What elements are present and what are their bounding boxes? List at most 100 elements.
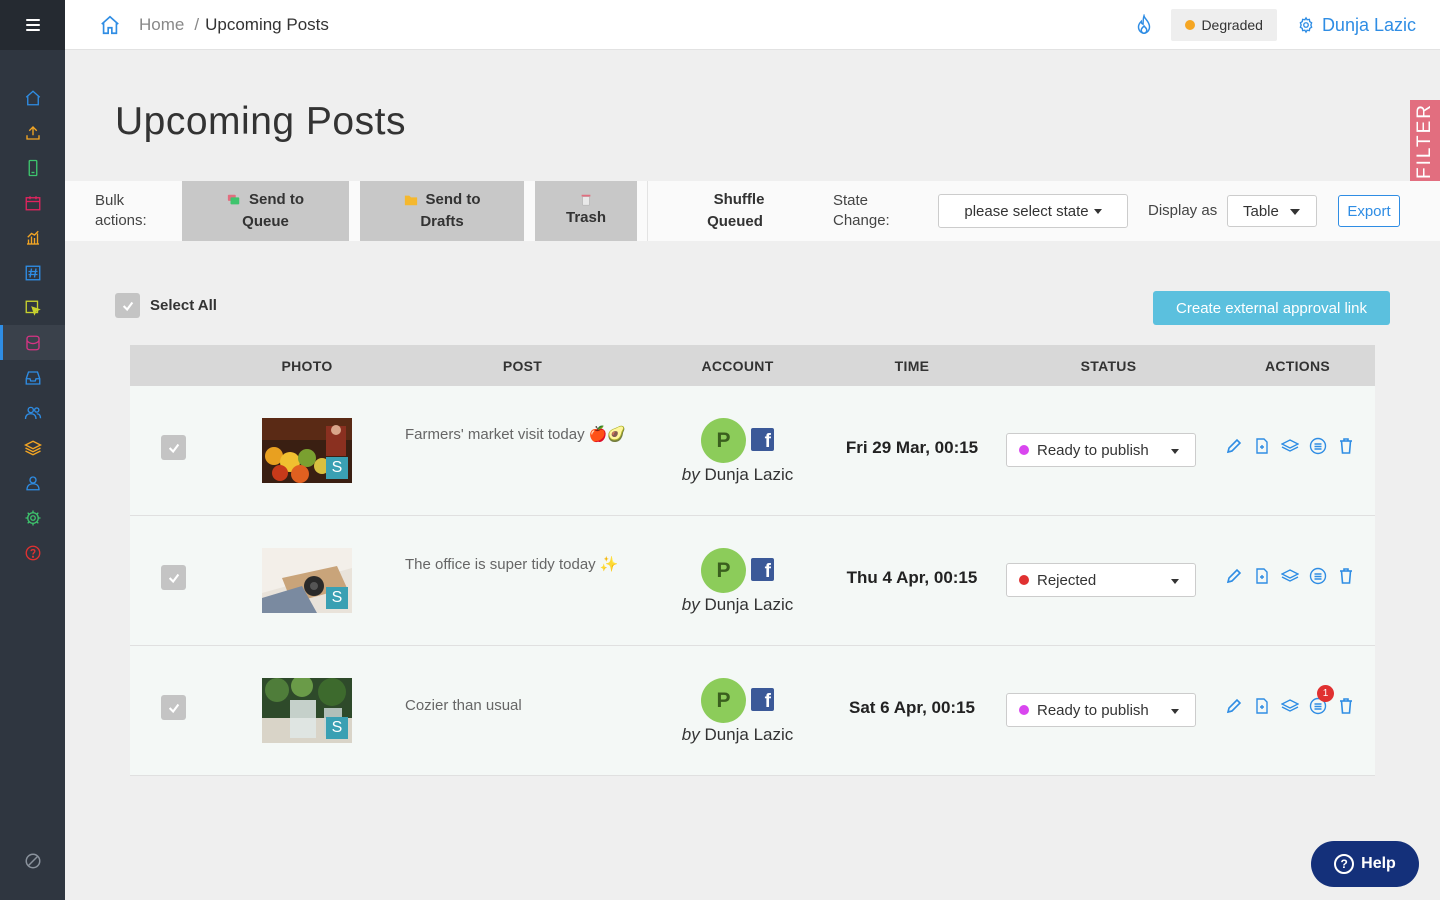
send-to-drafts-button[interactable]: Send to Drafts [360,181,524,241]
by-label: by [681,725,700,744]
layers-button[interactable] [1280,697,1300,715]
post-photo[interactable]: S [262,678,352,743]
post-time: Thu 4 Apr, 00:15 [846,568,978,587]
status-select[interactable]: Ready to publish [1006,433,1196,467]
duplicate-button[interactable] [1253,567,1271,585]
sidebar-item-support[interactable] [0,535,65,570]
status-dot-icon [1019,705,1029,715]
inbox-icon [25,370,40,385]
display-as-select[interactable]: Table [1227,195,1317,227]
photo-source-badge: S [326,587,348,609]
sidebar-item-analytics[interactable] [0,220,65,255]
sidebar-item-settings[interactable] [0,500,65,535]
sidebar-item-disabled[interactable] [0,852,65,870]
select-all[interactable]: Select All [115,293,217,318]
caret-down-icon [1171,709,1179,714]
edit-button[interactable] [1225,437,1243,455]
trash-can-icon [581,194,591,206]
row-checkbox[interactable] [161,435,186,460]
fire-icon[interactable] [1133,14,1155,36]
sidebar-item-library[interactable] [0,430,65,465]
bulk-divider [647,181,648,241]
status-dot-icon [1019,445,1029,455]
account-avatar: P [701,678,746,723]
create-approval-link-button[interactable]: Create external approval link [1153,291,1390,325]
author-line: by Dunja Lazic [670,465,805,485]
state-change-placeholder: please select state [964,202,1089,220]
delete-button[interactable] [1337,437,1355,455]
sidebar-item-team[interactable] [0,395,65,430]
post-text[interactable]: The office is super tidy today ✨ [405,554,640,576]
help-button[interactable]: ? Help [1311,841,1419,887]
sidebar-item-upload[interactable] [0,115,65,150]
post-time: Fri 29 Mar, 00:15 [845,438,979,457]
menu-toggle-button[interactable] [0,0,65,50]
delete-button[interactable] [1337,697,1355,715]
layers-icon [1280,439,1300,452]
photo-source-badge: S [326,457,348,479]
filter-tab[interactable]: FILTER [1410,100,1440,182]
send-to-drafts-label-2: Drafts [420,213,464,230]
delete-button[interactable] [1337,567,1355,585]
account-cell: P f by Dunja Lazic [670,678,805,745]
status-badge[interactable]: Degraded [1171,9,1277,41]
status-value: Rejected [1037,571,1097,589]
status-dot-icon [1185,20,1196,30]
trash-button[interactable]: Trash [535,181,637,241]
comments-button[interactable] [1309,567,1327,585]
state-change-select[interactable]: please select state [938,194,1128,228]
status-text: Degraded [1201,17,1263,33]
question-icon: ? [1334,854,1355,874]
sidebar-item-campaigns[interactable] [0,290,65,325]
breadcrumb-home-icon[interactable] [99,14,121,36]
comments-button[interactable] [1309,437,1327,455]
sidebar-item-inbox[interactable] [0,360,65,395]
breadcrumb-home-link[interactable]: Home [139,15,184,35]
sidebar-item-calendar[interactable] [0,185,65,220]
comment-list-icon [1309,567,1327,585]
comments-button[interactable]: 1 [1309,685,1334,715]
row-checkbox[interactable] [161,565,186,590]
post-text[interactable]: Cozier than usual [405,695,640,717]
shuffle-queued-button[interactable]: Shuffle Queued [675,181,795,241]
select-all-checkbox[interactable] [115,293,140,318]
duplicate-button[interactable] [1253,437,1271,455]
sidebar-item-profile[interactable] [0,465,65,500]
row-checkbox[interactable] [161,695,186,720]
table-row: S Cozier than usual P f by Dunja Lazic S… [130,646,1375,776]
post-photo[interactable]: S [262,548,352,613]
sidebar-item-posts[interactable] [0,325,65,360]
gear-icon [1299,16,1313,34]
display-as-value: Table [1243,202,1279,220]
export-button[interactable]: Export [1338,195,1400,227]
sidebar-item-home[interactable] [0,80,65,115]
column-header-post: POST [502,357,543,374]
comment-list-icon [1309,437,1327,455]
layers-button[interactable] [1280,567,1300,585]
layers-button[interactable] [1280,437,1300,455]
by-label: by [681,465,700,484]
edit-button[interactable] [1225,697,1243,715]
duplicate-button[interactable] [1253,697,1271,715]
select-all-label: Select All [150,297,217,314]
author-line: by Dunja Lazic [670,725,805,745]
sidebar-item-mobile[interactable] [0,150,65,185]
row-actions [1225,437,1355,455]
user-menu[interactable]: Dunja Lazic [1297,15,1416,36]
send-to-queue-label-1: Send to [249,191,304,208]
edit-button[interactable] [1225,567,1243,585]
state-change-label: State Change: [833,192,890,229]
row-actions [1225,567,1355,585]
layers-icon [1280,699,1300,712]
post-text[interactable]: Farmers' market visit today 🍎🥑 [405,424,640,446]
account-cell: P f by Dunja Lazic [670,418,805,485]
status-select[interactable]: Rejected [1006,563,1196,597]
send-to-queue-button[interactable]: Send to Queue [182,181,349,241]
home-icon [25,89,40,105]
table-row: S The office is super tidy today ✨ P f b… [130,516,1375,646]
status-select[interactable]: Ready to publish [1006,693,1196,727]
layers-icon [1280,569,1300,582]
post-photo[interactable]: S [262,418,352,483]
sidebar-item-hashtags[interactable] [0,255,65,290]
author-line: by Dunja Lazic [670,595,805,615]
